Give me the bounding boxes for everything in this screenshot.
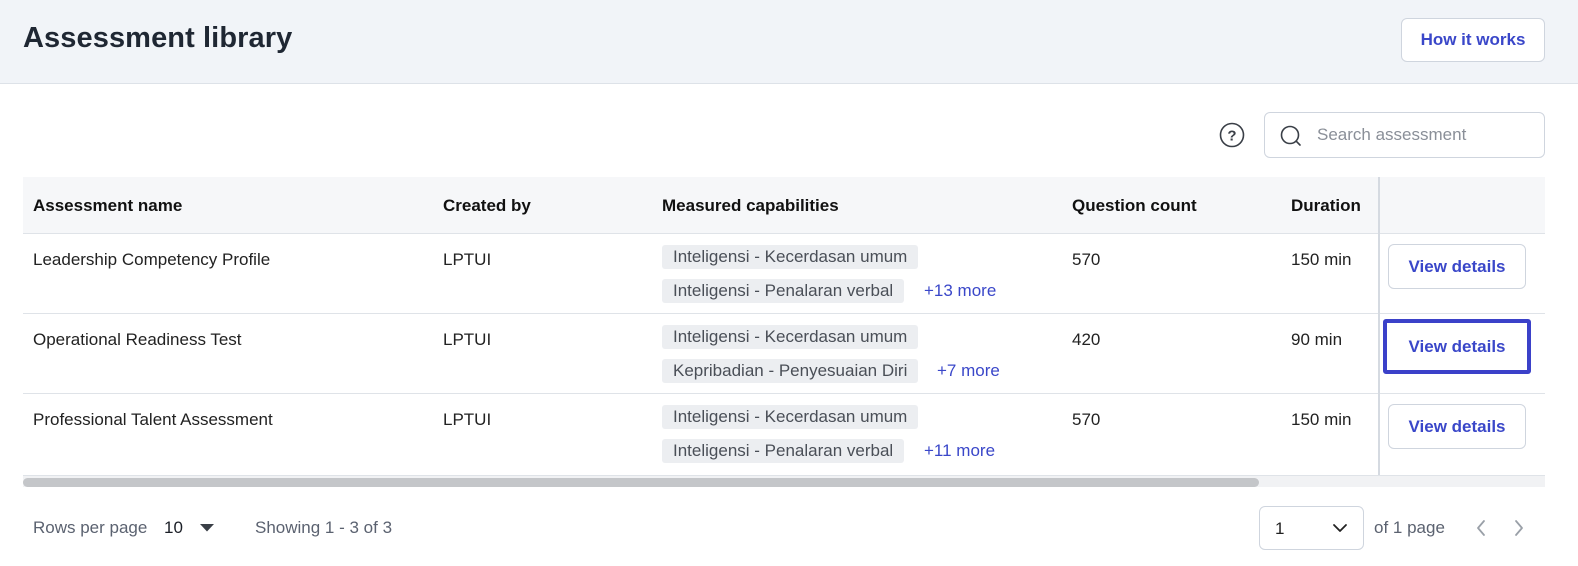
capability-tag: Inteligensi - Kecerdasan umum	[662, 325, 919, 349]
page-number-value: 1	[1275, 519, 1285, 538]
more-capabilities-link[interactable]: +13 more	[924, 279, 996, 303]
assessment-name: Leadership Competency Profile	[33, 250, 271, 269]
question-count: 570	[1072, 410, 1101, 429]
more-capabilities-link[interactable]: +7 more	[937, 359, 1000, 383]
chevron-left-icon[interactable]	[1474, 519, 1488, 537]
page-number-select[interactable]: 1	[1259, 506, 1364, 550]
page-count-label: of 1 page	[1374, 518, 1445, 537]
capability-tag: Inteligensi - Penalaran verbal	[662, 439, 905, 463]
pagination-summary: Showing 1 - 3 of 3	[255, 518, 393, 537]
column-header-question-count[interactable]: Question count	[1072, 196, 1197, 216]
column-header-assessment-name[interactable]: Assessment name	[33, 196, 182, 216]
capability-tag: Inteligensi - Kecerdasan umum	[662, 405, 919, 429]
assessment-name: Operational Readiness Test	[33, 330, 242, 349]
table-header: Assessment name Created by Measured capa…	[23, 177, 1545, 234]
help-circle-icon[interactable]: ?	[1219, 122, 1245, 148]
duration: 150 min	[1291, 410, 1352, 429]
question-count: 420	[1072, 330, 1101, 349]
chevron-right-icon[interactable]	[1512, 519, 1526, 537]
horizontal-scrollbar[interactable]	[23, 475, 1545, 487]
column-header-created-by[interactable]: Created by	[443, 196, 531, 216]
view-details-button[interactable]: View details	[1388, 244, 1526, 289]
svg-text:?: ?	[1227, 128, 1236, 145]
view-details-button[interactable]: View details	[1388, 404, 1526, 449]
created-by: LPTUI	[443, 410, 492, 429]
capability-tag: Inteligensi - Kecerdasan umum	[662, 245, 919, 269]
rows-per-page-label: Rows per page	[33, 518, 148, 537]
created-by: LPTUI	[443, 330, 492, 349]
scrollbar-thumb[interactable]	[23, 478, 1259, 487]
assessment-name: Professional Talent Assessment	[33, 410, 273, 429]
sticky-column-divider	[1378, 177, 1380, 475]
created-by: LPTUI	[443, 250, 492, 269]
question-count: 570	[1072, 250, 1101, 269]
caret-down-icon[interactable]	[199, 523, 215, 533]
column-header-duration[interactable]: Duration	[1291, 196, 1361, 216]
search-icon	[1280, 125, 1301, 146]
column-header-measured-capabilities[interactable]: Measured capabilities	[662, 196, 839, 216]
view-details-button[interactable]: View details	[1383, 319, 1531, 374]
capability-tag: Inteligensi - Penalaran verbal	[662, 279, 905, 303]
page-title: Assessment library	[23, 22, 293, 54]
table-row: Leadership Competency Profile LPTUI Inte…	[23, 234, 1545, 314]
how-it-works-button[interactable]: How it works	[1401, 18, 1545, 62]
more-capabilities-link[interactable]: +11 more	[924, 439, 995, 463]
rows-per-page-select[interactable]: 10	[164, 518, 183, 538]
page-header: Assessment library How it works	[0, 0, 1578, 84]
table-row: Operational Readiness Test LPTUI Intelig…	[23, 314, 1545, 394]
duration: 150 min	[1291, 250, 1352, 269]
table-row: Professional Talent Assessment LPTUI Int…	[23, 394, 1545, 474]
duration: 90 min	[1291, 330, 1343, 349]
chevron-down-icon	[1333, 524, 1347, 532]
search-input[interactable]	[1317, 113, 1537, 157]
capability-tag: Kepribadian - Penyesuaian Diri	[662, 359, 919, 383]
search-box[interactable]	[1264, 112, 1545, 158]
